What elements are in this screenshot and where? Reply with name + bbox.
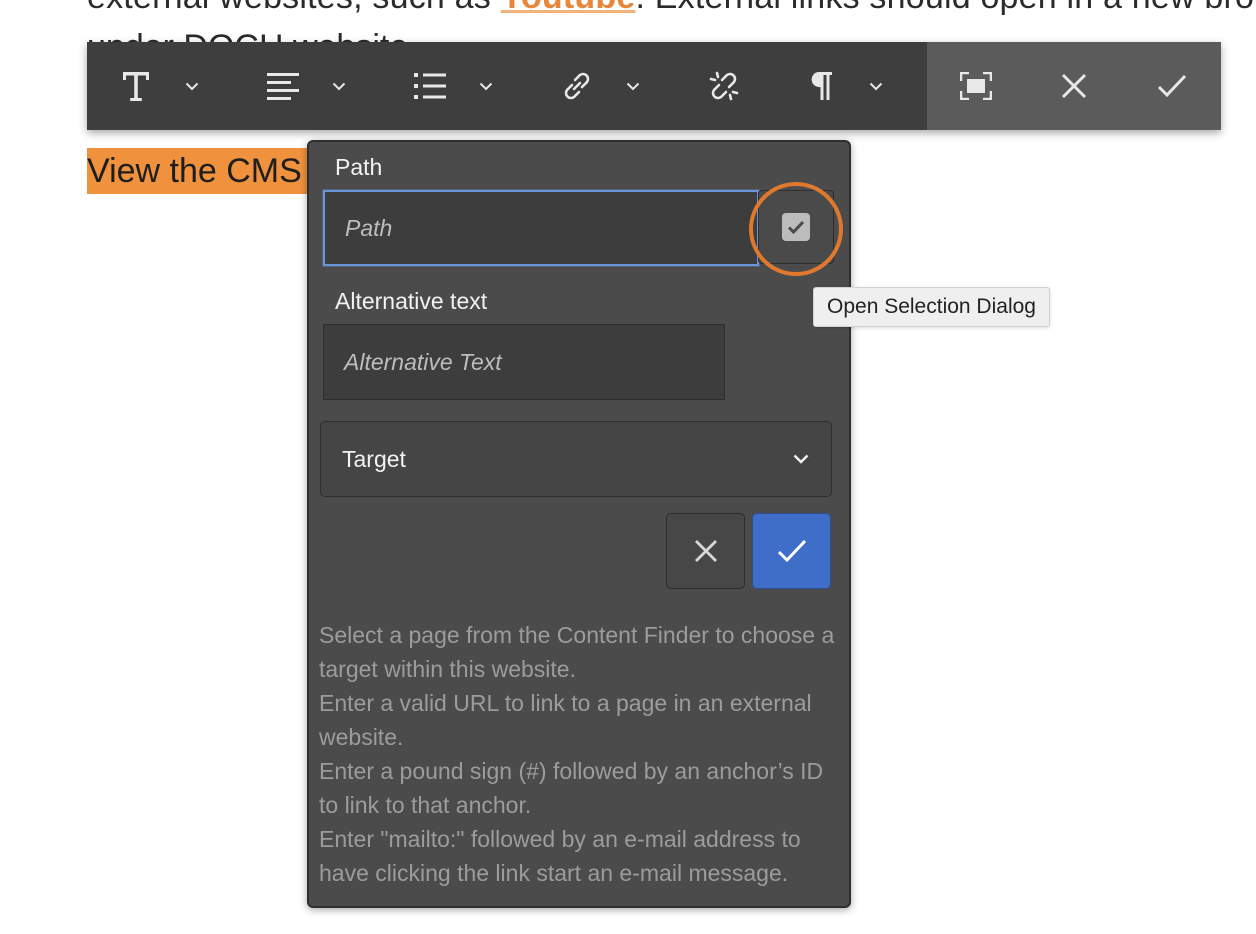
youtube-link[interactable]: Youtube — [501, 0, 636, 16]
pilcrow-icon — [773, 71, 869, 101]
help-paragraph: Enter a pound sign (#) followed by an an… — [319, 758, 824, 818]
help-paragraph: Enter a valid URL to link to a page in a… — [319, 690, 812, 750]
list-icon — [381, 72, 479, 100]
alt-text-label: Alternative text — [335, 288, 488, 314]
align-left-icon — [234, 72, 332, 100]
text-format-icon — [87, 70, 185, 102]
unlink-icon — [707, 69, 741, 103]
toolbar-actions — [927, 42, 1221, 130]
checkmark-icon — [777, 539, 807, 563]
format-button[interactable] — [87, 42, 234, 130]
chevron-down-icon[interactable] — [869, 82, 898, 91]
help-paragraph: Enter "mailto:" followed by an e-mail ad… — [319, 826, 801, 886]
links-button[interactable] — [528, 42, 675, 130]
justify-button[interactable] — [234, 42, 381, 130]
rte-toolbar — [87, 42, 1221, 130]
highlight-annotation-circle — [749, 182, 843, 276]
help-text: Select a page from the Content Finder to… — [319, 618, 839, 890]
path-placeholder: Path — [345, 214, 393, 241]
path-input[interactable]: Path — [323, 190, 759, 266]
paragraph-button[interactable] — [773, 42, 898, 130]
alt-text-placeholder: Alternative Text — [344, 348, 502, 375]
target-select[interactable]: Target — [320, 421, 832, 497]
save-button[interactable] — [1123, 42, 1221, 130]
path-label: Path — [335, 154, 383, 180]
lists-button[interactable] — [381, 42, 528, 130]
fullscreen-icon — [960, 72, 992, 100]
chevron-down-icon[interactable] — [185, 82, 215, 91]
apply-button[interactable] — [752, 513, 831, 589]
close-button[interactable] — [1025, 42, 1123, 130]
selected-text[interactable]: View the CMS — [87, 148, 309, 194]
fullscreen-button[interactable] — [927, 42, 1025, 130]
link-icon — [528, 69, 626, 103]
target-select-value: Target — [342, 445, 406, 472]
page-text-line: external websites, such as Youtube. Exte… — [87, 0, 1254, 17]
close-icon — [694, 539, 718, 563]
chevron-down-icon[interactable] — [479, 82, 509, 91]
help-paragraph: Select a page from the Content Finder to… — [319, 622, 835, 682]
chevron-down-icon[interactable] — [332, 82, 362, 91]
cancel-button[interactable] — [666, 513, 745, 589]
page-text: external websites, such as — [87, 0, 501, 16]
tooltip: Open Selection Dialog — [813, 287, 1050, 327]
unlink-button[interactable] — [675, 42, 773, 130]
checkmark-icon — [1157, 74, 1187, 98]
page-text: . External links should open in a new br… — [635, 0, 1254, 16]
link-dialog: Path Path Alternative text Alternative T… — [307, 140, 851, 908]
alt-text-input[interactable]: Alternative Text — [323, 324, 725, 400]
close-icon — [1061, 73, 1087, 99]
chevron-down-icon[interactable] — [626, 82, 656, 91]
chevron-down-icon — [793, 454, 809, 464]
